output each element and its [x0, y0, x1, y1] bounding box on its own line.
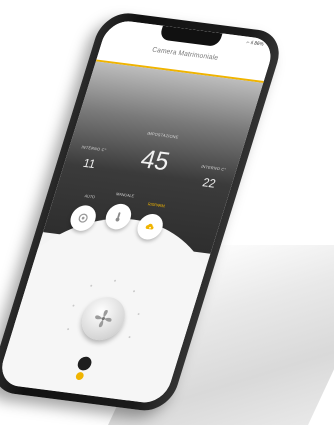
temp-center[interactable]: IMPOSTAZIONE 45 — [118, 129, 196, 180]
temp-left-label: INTERNO C° — [80, 144, 108, 153]
dial-dot — [128, 336, 131, 339]
eco-cloud-icon — [145, 223, 154, 230]
eco-button[interactable] — [134, 212, 167, 241]
dial-dot — [90, 284, 93, 287]
phone-screen: ⌐ ıl 86% Camera Matrimoniale INTERNO C° … — [0, 18, 277, 406]
auto-button[interactable] — [67, 203, 100, 233]
dial-dot — [137, 312, 140, 316]
temp-center-value: 45 — [137, 143, 174, 177]
dial-dot — [72, 304, 75, 307]
fan-icon — [95, 309, 112, 328]
temp-left-value: 11 — [81, 155, 98, 171]
temp-center-label: IMPOSTAZIONE — [146, 130, 180, 140]
manual-button[interactable] — [102, 202, 135, 231]
thermometer-icon — [115, 212, 121, 222]
scene: ⌐ ıl 86% Camera Matrimoniale INTERNO C° … — [0, 0, 334, 417]
dial-dot — [113, 279, 117, 282]
temp-right: INTERNO C° 22 — [188, 163, 233, 192]
temp-right-value: 22 — [200, 175, 218, 191]
temp-left: INTERNO C° 11 — [69, 144, 114, 173]
page-title: Camera Matrimoniale — [151, 46, 220, 62]
temp-right-label: INTERNO C° — [200, 163, 227, 172]
fan-knob[interactable] — [76, 294, 131, 343]
auto-icon — [78, 213, 88, 223]
dial-dot — [132, 290, 136, 293]
dial-dot — [66, 328, 70, 331]
phone-frame: ⌐ ıl 86% Camera Matrimoniale INTERNO C° … — [0, 10, 287, 414]
status-bar: ⌐ ıl 86% — [245, 39, 265, 48]
